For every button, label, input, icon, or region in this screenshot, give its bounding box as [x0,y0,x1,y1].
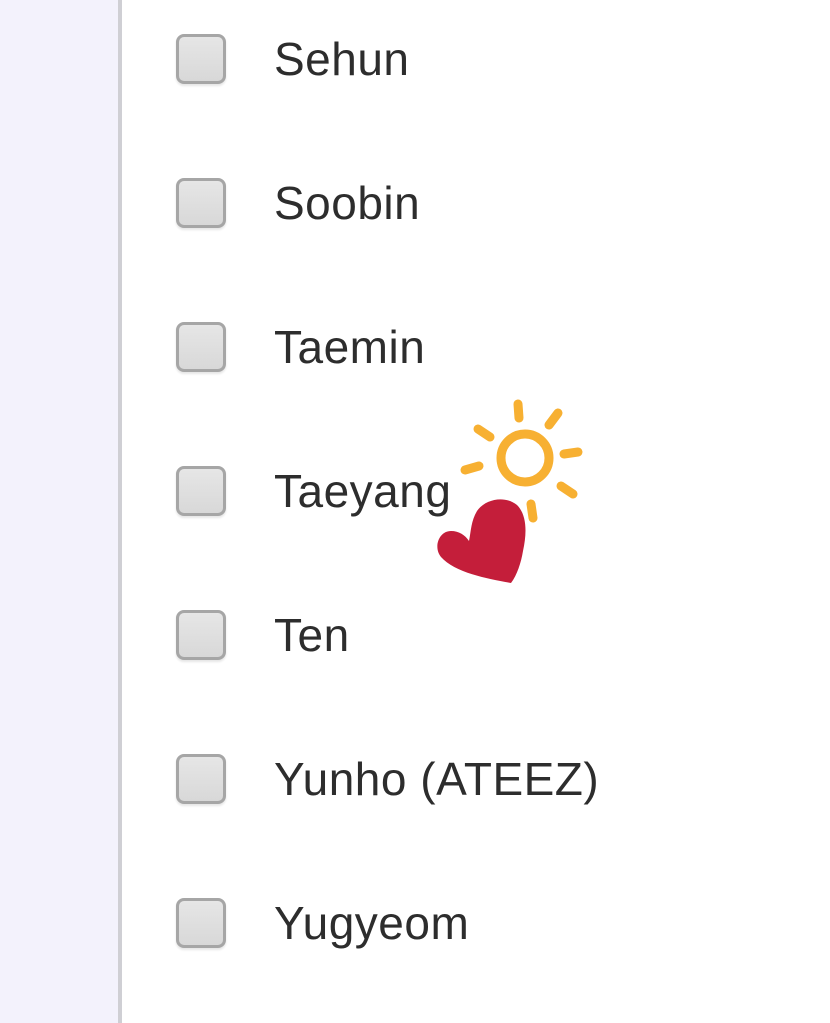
option-label: Ten [274,609,350,661]
checkbox[interactable] [176,610,226,660]
option-ten[interactable]: Ten [176,605,350,665]
left-panel [0,0,118,1023]
checkbox[interactable] [176,898,226,948]
option-label: Soobin [274,177,421,229]
option-label: Yunho (ATEEZ) [274,753,600,805]
option-sehun[interactable]: Sehun [176,29,410,89]
checkbox[interactable] [176,466,226,516]
checkbox[interactable] [176,322,226,372]
option-soobin[interactable]: Soobin [176,173,420,233]
option-label: Yugyeom [274,897,470,949]
checkbox[interactable] [176,754,226,804]
checkbox[interactable] [176,178,226,228]
option-yunho-ateez[interactable]: Yunho (ATEEZ) [176,749,599,809]
option-yugyeom[interactable]: Yugyeom [176,893,469,953]
checkbox-option-list: Sehun Soobin Taemin Taeyang Ten Yunho (A… [122,0,830,1023]
option-taeyang[interactable]: Taeyang [176,461,451,521]
checkbox[interactable] [176,34,226,84]
option-taemin[interactable]: Taemin [176,317,425,377]
option-label: Sehun [274,33,410,85]
option-label: Taeyang [274,465,452,517]
option-label: Taemin [274,321,426,373]
